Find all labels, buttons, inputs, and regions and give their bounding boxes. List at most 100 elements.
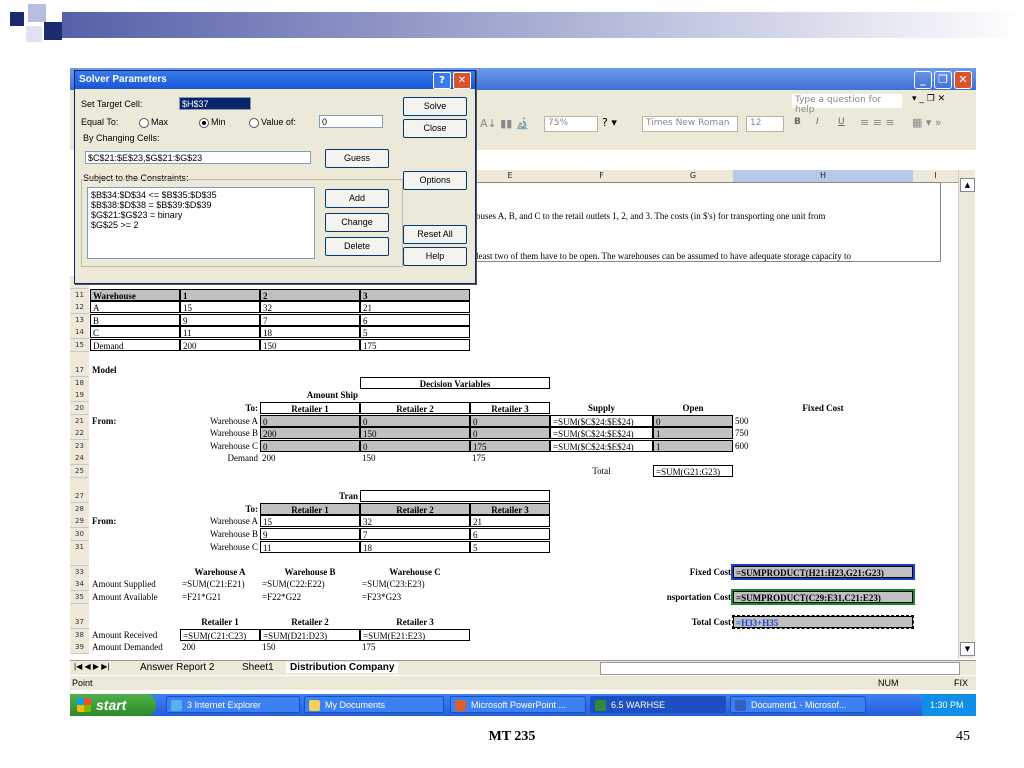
sheet-tab-active[interactable]: Distribution Company bbox=[286, 662, 399, 673]
cell[interactable]: 0 bbox=[360, 414, 470, 427]
cell[interactable]: 175 bbox=[470, 439, 550, 452]
cell[interactable]: =SUM(D21:D23) bbox=[260, 628, 360, 641]
taskbar-item-documents[interactable]: My Documents bbox=[304, 696, 444, 713]
cell[interactable]: =SUM(C21:E21) bbox=[180, 578, 260, 590]
horizontal-scrollbar[interactable] bbox=[600, 662, 960, 675]
menu-window-controls[interactable]: ▾ _ ❐ ✕ bbox=[912, 94, 945, 104]
row-number[interactable]: 12 bbox=[70, 301, 89, 315]
cell[interactable]: 1 bbox=[653, 427, 733, 440]
cell[interactable]: From: bbox=[90, 515, 180, 527]
cell[interactable]: Model bbox=[90, 364, 180, 376]
cell[interactable]: 150 bbox=[360, 427, 470, 440]
help-button[interactable]: Help bbox=[403, 247, 467, 266]
row-number[interactable]: 24 bbox=[70, 452, 89, 466]
row-number[interactable]: 34 bbox=[70, 578, 89, 592]
cell[interactable]: 0 bbox=[470, 414, 550, 427]
cell[interactable]: 21 bbox=[360, 301, 470, 314]
cell[interactable]: Warehouse A bbox=[180, 566, 260, 578]
cell[interactable]: 7 bbox=[260, 313, 360, 326]
constraint-item[interactable]: $G$21:$G$23 = binary bbox=[91, 210, 182, 220]
cell[interactable]: 32 bbox=[360, 515, 470, 528]
cell[interactable]: 150 bbox=[360, 452, 470, 464]
cell[interactable]: =SUM(G21:G23) bbox=[653, 465, 733, 477]
row-number[interactable]: 18 bbox=[70, 376, 89, 390]
taskbar-item-excel[interactable]: 6.5 WARHSE bbox=[590, 696, 726, 713]
cell[interactable]: Retailer 2 bbox=[260, 616, 360, 628]
row-number[interactable]: 33 bbox=[70, 565, 89, 579]
bold-icon[interactable]: B bbox=[794, 117, 801, 127]
cell[interactable]: 15 bbox=[180, 301, 260, 314]
row-number[interactable] bbox=[70, 351, 89, 365]
cell[interactable]: =SUM(C21:C23) bbox=[180, 628, 260, 641]
row-number[interactable]: 37 bbox=[70, 616, 89, 630]
cell[interactable]: Fixed Cost bbox=[653, 566, 733, 578]
row-number[interactable]: 27 bbox=[70, 490, 89, 504]
cell[interactable]: Retailer 1 bbox=[260, 402, 360, 414]
help-icon[interactable]: ? ▾ bbox=[602, 116, 617, 129]
cell[interactable]: 18 bbox=[360, 540, 470, 553]
constraint-item[interactable]: $B$34:$D$34 <= $B$35:$D$35 bbox=[91, 190, 217, 200]
align-icon[interactable]: ≡ ≡ ≡ bbox=[860, 116, 895, 129]
cell[interactable]: 175 bbox=[360, 339, 470, 351]
cell[interactable]: 500 bbox=[733, 415, 913, 427]
cell[interactable]: 5 bbox=[470, 540, 550, 553]
delete-button[interactable]: Delete bbox=[325, 237, 389, 256]
sheet-tab[interactable]: Sheet1 bbox=[242, 662, 274, 673]
cell[interactable]: 0 bbox=[470, 427, 550, 440]
row-number[interactable]: 17 bbox=[70, 364, 89, 378]
cell[interactable]: Warehouse A bbox=[180, 515, 260, 527]
solve-button[interactable]: Solve bbox=[403, 97, 467, 116]
change-button[interactable]: Change bbox=[325, 213, 389, 232]
cell[interactable]: 9 bbox=[180, 313, 260, 326]
cell[interactable]: 200 bbox=[260, 427, 360, 440]
row-number[interactable]: 23 bbox=[70, 439, 89, 453]
cell[interactable]: Retailer 2 bbox=[360, 502, 470, 515]
borders-icon[interactable]: ▦ ▾ » bbox=[912, 116, 942, 129]
cell[interactable]: 6 bbox=[470, 528, 550, 540]
row-number[interactable]: 29 bbox=[70, 515, 89, 529]
cell[interactable]: To: bbox=[180, 402, 260, 414]
row-number[interactable] bbox=[70, 553, 89, 567]
cell[interactable]: 150 bbox=[260, 641, 360, 653]
cell[interactable]: =F22*G22 bbox=[260, 591, 360, 603]
cell[interactable]: Retailer 1 bbox=[260, 502, 360, 515]
cell[interactable]: Warehouse B bbox=[180, 427, 260, 439]
cell[interactable]: 3 bbox=[360, 288, 470, 301]
guess-button[interactable]: Guess bbox=[325, 149, 389, 168]
close-button[interactable]: ✕ bbox=[954, 71, 972, 89]
row-number[interactable]: 19 bbox=[70, 389, 89, 403]
question-input[interactable]: Type a question for help bbox=[792, 94, 902, 115]
font-size-select[interactable]: 12 bbox=[746, 116, 784, 132]
cell[interactable]: =SUM($C$24:$E$24) bbox=[550, 414, 653, 427]
row-number[interactable]: 15 bbox=[70, 339, 89, 352]
tab-nav-icons[interactable]: |◀ ◀ ▶ ▶| bbox=[74, 662, 109, 671]
cell[interactable]: nsportation Cost bbox=[653, 591, 733, 603]
cell[interactable]: B bbox=[90, 313, 180, 326]
cell[interactable]: C bbox=[90, 326, 180, 339]
cell[interactable]: =SUM(E21:E23) bbox=[360, 628, 470, 641]
cell[interactable]: =H33+H35 bbox=[732, 615, 914, 630]
dialog-help-icon[interactable]: ? bbox=[433, 72, 451, 89]
cell[interactable]: 0 bbox=[260, 439, 360, 452]
cell[interactable]: Warehouse A bbox=[180, 415, 260, 427]
cell[interactable]: Decision Variables bbox=[360, 376, 550, 389]
cell[interactable]: To: bbox=[180, 503, 260, 515]
constraint-item[interactable]: $G$25 >= 2 bbox=[91, 220, 139, 230]
row-number[interactable]: 31 bbox=[70, 540, 89, 554]
options-button[interactable]: Options bbox=[403, 171, 467, 190]
cell[interactable] bbox=[360, 490, 550, 503]
cell[interactable]: 7 bbox=[360, 528, 470, 540]
cell[interactable]: Retailer 3 bbox=[360, 616, 470, 628]
reset-all-button[interactable]: Reset All bbox=[403, 225, 467, 244]
underline-icon[interactable]: U bbox=[838, 117, 845, 127]
cell[interactable]: =F21*G21 bbox=[180, 591, 260, 603]
cell[interactable]: Fixed Cost bbox=[733, 402, 913, 414]
cell[interactable]: Amount Supplied bbox=[90, 578, 180, 590]
cell[interactable]: Warehouse B bbox=[260, 566, 360, 578]
constraints-list[interactable]: $B$34:$D$34 <= $B$35:$D$35 $B$38:$D$38 =… bbox=[87, 187, 315, 259]
cell[interactable]: 175 bbox=[470, 452, 550, 464]
cell[interactable]: =SUM($C$24:$E$24) bbox=[550, 439, 653, 452]
max-radio[interactable] bbox=[139, 118, 149, 128]
cell[interactable]: Tran bbox=[260, 490, 360, 502]
cell[interactable]: Warehouse C bbox=[360, 566, 470, 578]
